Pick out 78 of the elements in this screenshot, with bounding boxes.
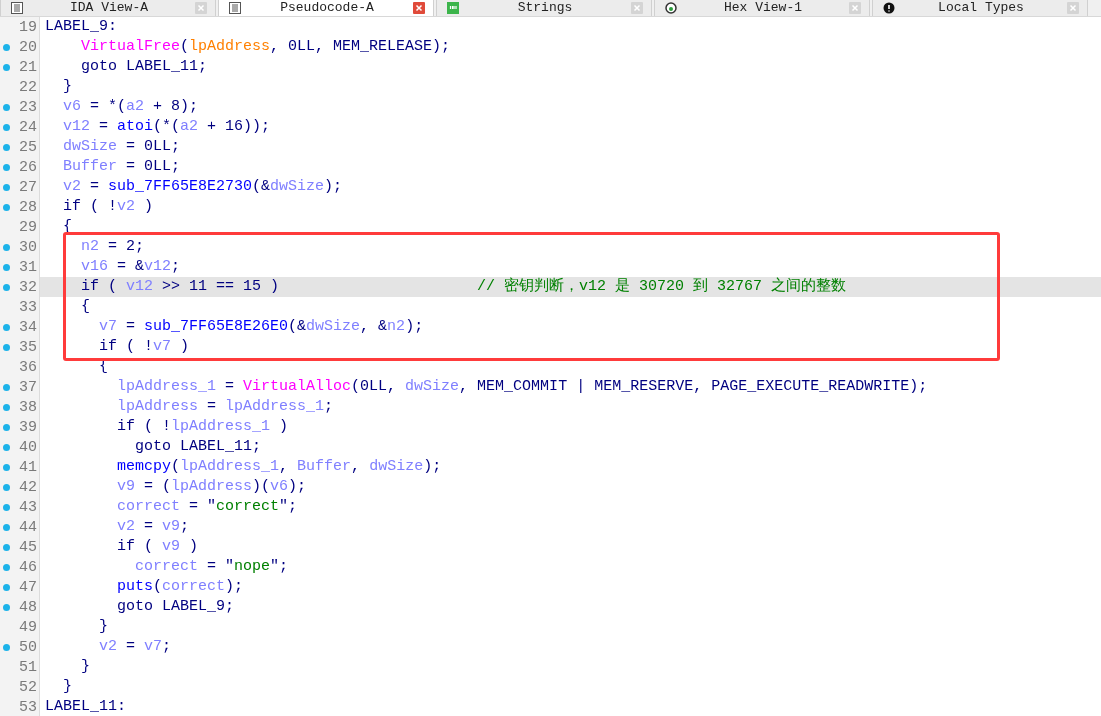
list-icon	[229, 2, 241, 14]
line-number: 33	[18, 298, 37, 316]
line-number: 47	[18, 578, 37, 596]
code-line: correct = "correct";	[116, 497, 298, 517]
code-line: goto LABEL_11;	[134, 437, 262, 457]
line-number: 36	[18, 358, 37, 376]
line-number: 48	[18, 598, 37, 616]
code-line: lpAddress = lpAddress_1;	[116, 397, 334, 417]
code-line: puts(correct);	[116, 577, 244, 597]
code-line: dwSize = 0LL;	[62, 137, 181, 157]
editor-tab[interactable]: Local Types	[872, 0, 1088, 16]
editor-tab[interactable]: Strings	[436, 0, 652, 16]
line-number: 30	[18, 238, 37, 256]
line-number: 23	[18, 98, 37, 116]
line-number: 38	[18, 398, 37, 416]
line-number: 37	[18, 378, 37, 396]
line-number: 29	[18, 218, 37, 236]
code-line: goto LABEL_9;	[116, 597, 235, 617]
line-number: 50	[18, 638, 37, 656]
line-number: 42	[18, 478, 37, 496]
line-number: 45	[18, 538, 37, 556]
code-line: v16 = &v12;	[80, 257, 181, 277]
code-line: }	[62, 77, 72, 97]
close-icon[interactable]	[413, 2, 425, 14]
info-icon	[883, 2, 895, 14]
line-number: 46	[18, 558, 37, 576]
editor-tab[interactable]: Pseudocode-A	[218, 0, 434, 16]
line-number: 22	[18, 78, 37, 96]
line-number: 21	[18, 58, 37, 76]
code-line: v12 = atoi(*(a2 + 16));	[62, 117, 271, 137]
line-number: 26	[18, 158, 37, 176]
line-number: 40	[18, 438, 37, 456]
code-line: }	[80, 657, 90, 677]
code-line: }	[62, 677, 72, 697]
code-line: v7 = sub_7FF65E8E26E0(&dwSize, &n2);	[98, 317, 424, 337]
line-number: 51	[18, 658, 37, 676]
code-line: v2 = v9;	[116, 517, 190, 537]
line-number: 41	[18, 458, 37, 476]
line-number: 24	[18, 118, 37, 136]
line-number: 39	[18, 418, 37, 436]
line-number: 35	[18, 338, 37, 356]
line-number: 34	[18, 318, 37, 336]
code-line: v2 = v7;	[98, 637, 172, 657]
list-icon	[11, 2, 23, 14]
line-number: 32	[18, 278, 37, 296]
editor-tab[interactable]: IDA View-A	[0, 0, 216, 16]
code-line: v2 = sub_7FF65E8E2730(&dwSize);	[62, 177, 343, 197]
line-number: 25	[18, 138, 37, 156]
line-number: 43	[18, 498, 37, 516]
code-line: n2 = 2;	[80, 237, 145, 257]
code-line: if ( v9 )	[116, 537, 199, 557]
line-number: 28	[18, 198, 37, 216]
code-line: goto LABEL_11;	[80, 57, 208, 77]
code-line: LABEL_11:	[45, 697, 126, 716]
line-number: 31	[18, 258, 37, 276]
line-number: 52	[18, 678, 37, 696]
globe-icon	[665, 2, 677, 14]
code-line: LABEL_9:	[45, 17, 117, 37]
line-number: 20	[18, 38, 37, 56]
code-line: Buffer = 0LL;	[62, 157, 181, 177]
code-line: if ( !v7 )	[98, 337, 190, 357]
editor-tab[interactable]: Hex View-1	[654, 0, 870, 16]
code-line: }	[98, 617, 108, 637]
code-line: v6 = *(a2 + 8);	[62, 97, 199, 117]
code-line: if ( !v2 )	[62, 197, 154, 217]
code-line: {	[80, 297, 90, 317]
line-number: 19	[18, 18, 37, 36]
code-line: if ( !lpAddress_1 )	[116, 417, 289, 437]
code-line: if ( v12 >> 11 == 15 ) // 密钥判断，v12 是 30720 到 32767 之间的整数	[80, 277, 847, 297]
line-number: 53	[18, 698, 37, 716]
code-line: correct = "nope";	[134, 557, 289, 577]
code-line: VirtualFree(lpAddress, 0LL, MEM_RELEASE);	[80, 37, 451, 57]
code-line: lpAddress_1 = VirtualAlloc(0LL, dwSize, MEM_COMMIT | MEM_RESERVE, PAGE_EXECUTE_READWRITE);	[116, 377, 928, 397]
line-number: 44	[18, 518, 37, 536]
code-line: memcpy(lpAddress_1, Buffer, dwSize);	[116, 457, 442, 477]
line-number: 27	[18, 178, 37, 196]
code-line: v9 = (lpAddress)(v6);	[116, 477, 307, 497]
line-number: 49	[18, 618, 37, 636]
